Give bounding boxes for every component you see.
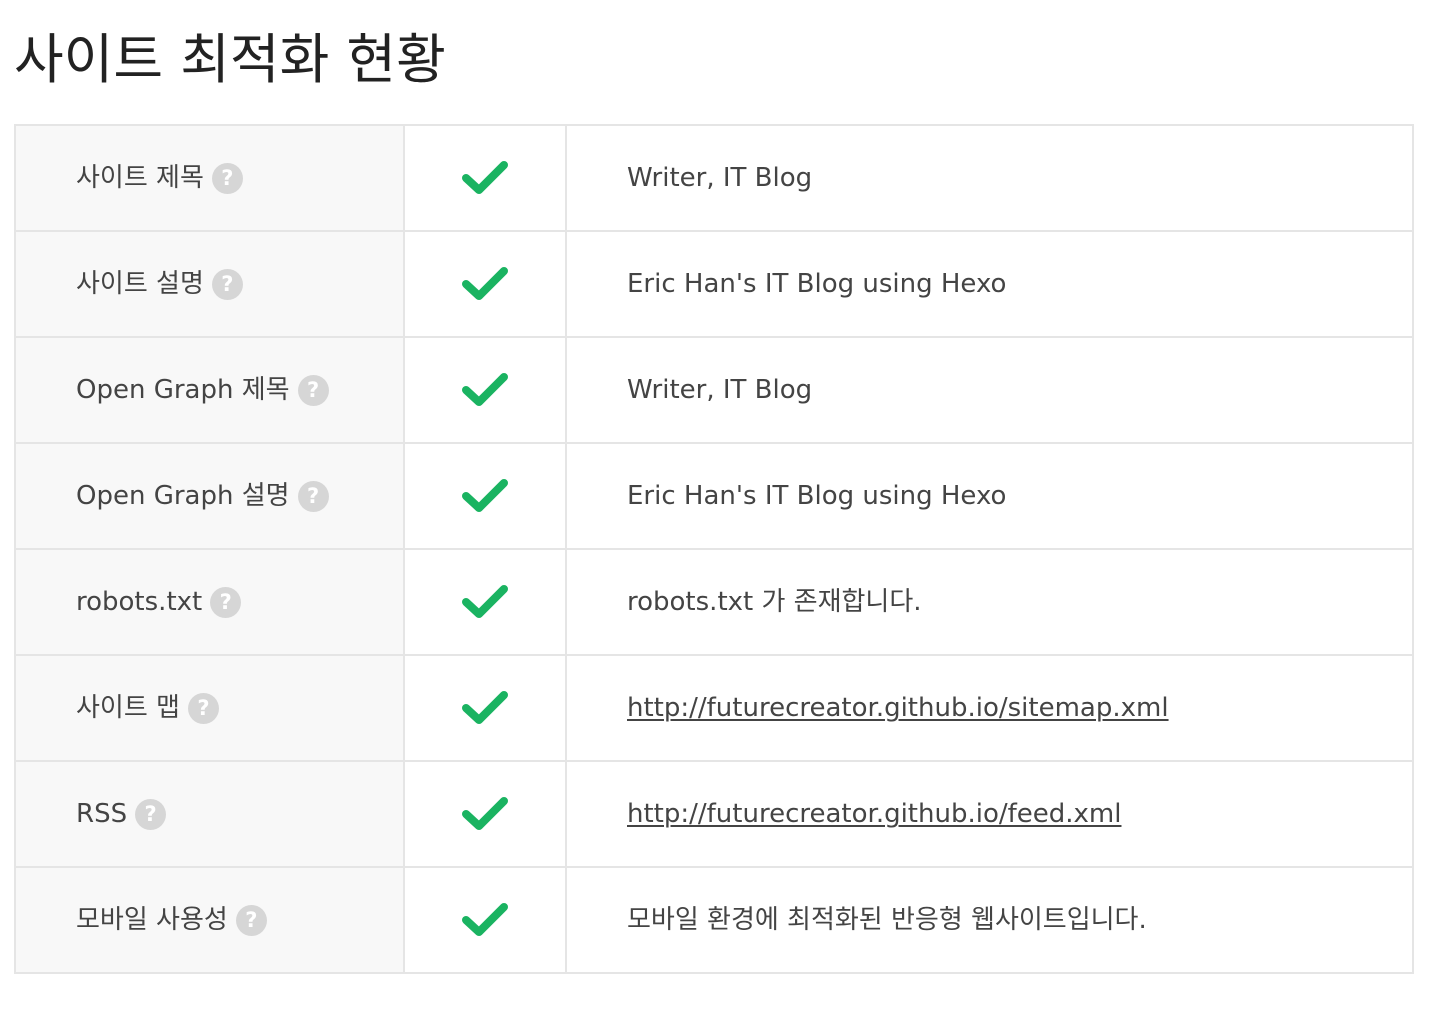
table-row: robots.txt ? robots.txt 가 존재합니다. xyxy=(14,548,1414,656)
value-wrap: http://futurecreator.github.io/feed.xml xyxy=(567,798,1412,830)
table-row: 사이트 설명 ? Eric Han's IT Blog using Hexo xyxy=(14,230,1414,338)
label-wrap: 사이트 맵 ? xyxy=(16,692,403,724)
value-cell: Writer, IT Blog xyxy=(565,336,1414,444)
status-cell xyxy=(403,442,567,550)
value-wrap: 모바일 환경에 최적화된 반응형 웹사이트입니다. xyxy=(567,904,1412,936)
table-row: RSS ? http://futurecreator.github.io/fee… xyxy=(14,760,1414,868)
label-cell: Open Graph 설명 ? xyxy=(14,442,405,550)
value-wrap: Eric Han's IT Blog using Hexo xyxy=(567,268,1412,300)
value-wrap: Writer, IT Blog xyxy=(567,162,1412,194)
value-text: 모바일 환경에 최적화된 반응형 웹사이트입니다. xyxy=(627,905,1147,935)
check-icon xyxy=(462,797,508,830)
label-wrap: RSS ? xyxy=(16,798,403,830)
label-wrap: robots.txt ? xyxy=(16,586,403,618)
value-wrap: robots.txt 가 존재합니다. xyxy=(567,586,1412,618)
value-cell: 모바일 환경에 최적화된 반응형 웹사이트입니다. xyxy=(565,866,1414,974)
value-text: Eric Han's IT Blog using Hexo xyxy=(627,481,1007,511)
value-wrap: Writer, IT Blog xyxy=(567,374,1412,406)
value-cell: Eric Han's IT Blog using Hexo xyxy=(565,230,1414,338)
help-circle-icon[interactable]: ? xyxy=(297,480,329,512)
value-text: Writer, IT Blog xyxy=(627,163,813,193)
table-row: Open Graph 제목 ? Writer, IT Blog xyxy=(14,336,1414,444)
table-row: 사이트 제목 ? Writer, IT Blog xyxy=(14,124,1414,232)
check-icon xyxy=(462,373,508,406)
label-cell: 사이트 설명 ? xyxy=(14,230,405,338)
value-cell: robots.txt 가 존재합니다. xyxy=(565,548,1414,656)
row-label: 사이트 설명 xyxy=(76,269,204,299)
table-row: Open Graph 설명 ? Eric Han's IT Blog using… xyxy=(14,442,1414,550)
status-cell xyxy=(403,548,567,656)
help-circle-icon[interactable]: ? xyxy=(211,162,243,194)
optimization-status-table: 사이트 제목 ? Writer, IT Blog 사이트 설명 ? Eric H xyxy=(14,124,1414,974)
check-icon xyxy=(462,267,508,300)
row-label: robots.txt xyxy=(76,587,203,617)
check-icon xyxy=(462,161,508,194)
status-table-body: 사이트 제목 ? Writer, IT Blog 사이트 설명 ? Eric H xyxy=(14,124,1414,974)
row-label: 모바일 사용성 xyxy=(76,905,228,935)
status-cell xyxy=(403,654,567,762)
label-cell: Open Graph 제목 ? xyxy=(14,336,405,444)
status-cell xyxy=(403,760,567,868)
page-title: 사이트 최적화 현황 xyxy=(14,28,446,91)
table-row: 사이트 맵 ? http://futurecreator.github.io/s… xyxy=(14,654,1414,762)
help-circle-icon[interactable]: ? xyxy=(210,586,242,618)
label-cell: 사이트 제목 ? xyxy=(14,124,405,232)
value-cell: Eric Han's IT Blog using Hexo xyxy=(565,442,1414,550)
value-text: robots.txt 가 존재합니다. xyxy=(627,587,922,617)
check-icon xyxy=(462,903,508,936)
check-icon xyxy=(462,479,508,512)
row-label: 사이트 제목 xyxy=(76,163,204,193)
row-label: Open Graph 제목 xyxy=(76,375,290,405)
check-icon xyxy=(462,585,508,618)
help-circle-icon[interactable]: ? xyxy=(297,374,329,406)
label-wrap: 모바일 사용성 ? xyxy=(16,904,403,936)
label-wrap: Open Graph 설명 ? xyxy=(16,480,403,512)
status-cell xyxy=(403,336,567,444)
value-cell: http://futurecreator.github.io/sitemap.x… xyxy=(565,654,1414,762)
label-cell: 모바일 사용성 ? xyxy=(14,866,405,974)
status-cell xyxy=(403,230,567,338)
help-circle-icon[interactable]: ? xyxy=(211,268,243,300)
check-icon xyxy=(462,691,508,724)
value-cell: http://futurecreator.github.io/feed.xml xyxy=(565,760,1414,868)
label-wrap: Open Graph 제목 ? xyxy=(16,374,403,406)
label-wrap: 사이트 설명 ? xyxy=(16,268,403,300)
status-cell xyxy=(403,866,567,974)
label-cell: RSS ? xyxy=(14,760,405,868)
status-cell xyxy=(403,124,567,232)
value-link[interactable]: http://futurecreator.github.io/sitemap.x… xyxy=(627,693,1169,723)
label-cell: 사이트 맵 ? xyxy=(14,654,405,762)
value-wrap: http://futurecreator.github.io/sitemap.x… xyxy=(567,692,1412,724)
label-wrap: 사이트 제목 ? xyxy=(16,162,403,194)
value-wrap: Eric Han's IT Blog using Hexo xyxy=(567,480,1412,512)
label-cell: robots.txt ? xyxy=(14,548,405,656)
help-circle-icon[interactable]: ? xyxy=(187,692,219,724)
row-label: 사이트 맵 xyxy=(76,693,180,723)
value-text: Eric Han's IT Blog using Hexo xyxy=(627,269,1007,299)
table-row: 모바일 사용성 ? 모바일 환경에 최적화된 반응형 웹사이트입니다. xyxy=(14,866,1414,974)
row-label: Open Graph 설명 xyxy=(76,481,290,511)
row-label: RSS xyxy=(76,799,128,829)
value-text: Writer, IT Blog xyxy=(627,375,813,405)
value-cell: Writer, IT Blog xyxy=(565,124,1414,232)
help-circle-icon[interactable]: ? xyxy=(235,904,267,936)
value-link[interactable]: http://futurecreator.github.io/feed.xml xyxy=(627,799,1121,829)
help-circle-icon[interactable]: ? xyxy=(135,798,167,830)
